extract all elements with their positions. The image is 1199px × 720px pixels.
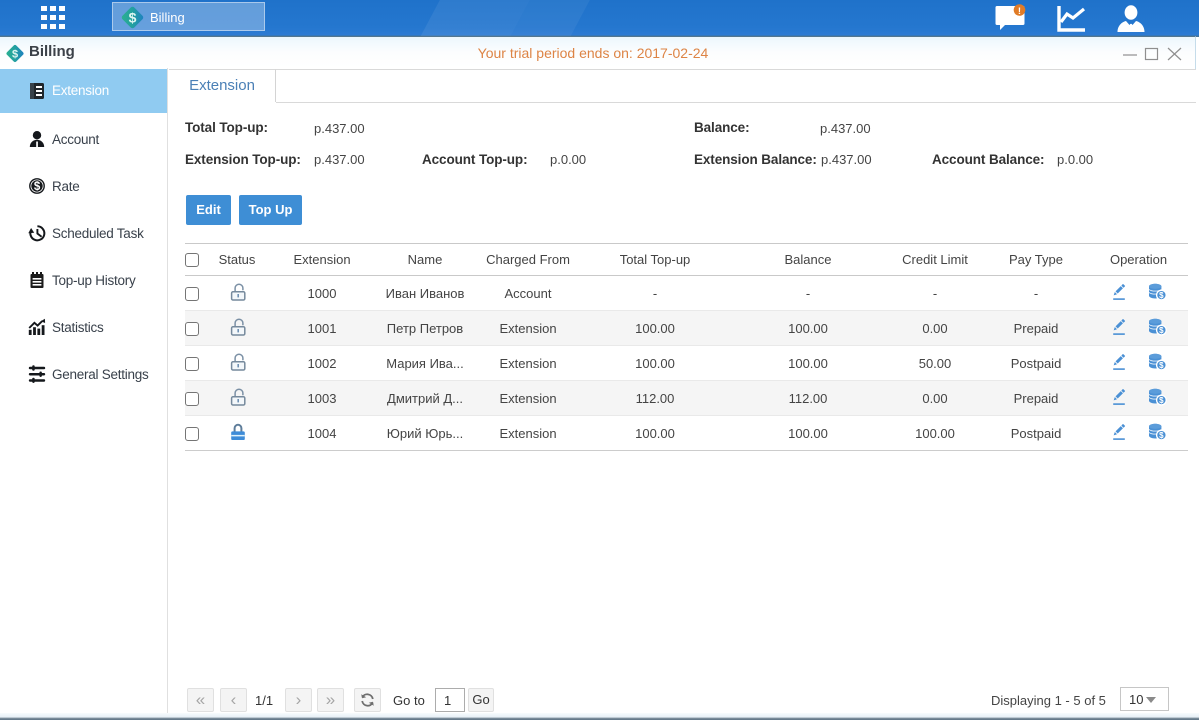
svg-text:!: ! xyxy=(1018,6,1021,17)
svg-text:$: $ xyxy=(34,181,41,193)
svg-text:$: $ xyxy=(129,9,137,25)
